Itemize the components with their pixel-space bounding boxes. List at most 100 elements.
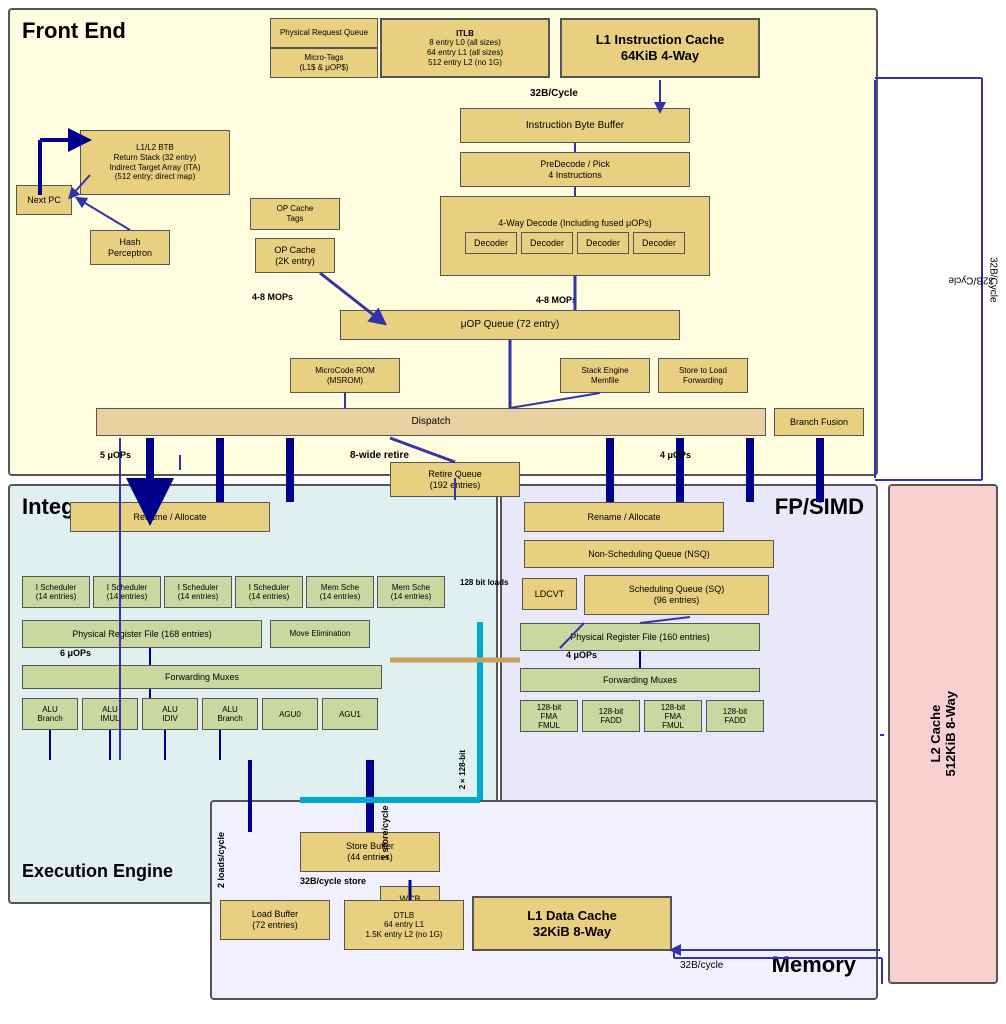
four-way-decode-box: 4-Way Decode (Including fused μOPs) Deco… <box>440 196 710 276</box>
dispatch-label: Dispatch <box>412 416 451 428</box>
move-elim-label: Move Elimination <box>290 629 351 639</box>
phys-reg-int-label: Physical Register File (168 entries) <box>72 629 212 640</box>
l1-icache-label: L1 Instruction Cache64KiB 4-Way <box>596 32 725 63</box>
isched4-box: I Scheduler(14 entries) <box>235 576 303 608</box>
branch-fusion-box: Branch Fusion <box>774 408 864 436</box>
decoder4-box: Decoder <box>633 232 685 254</box>
rename-alloc-fp-box: Rename / Allocate <box>524 502 724 532</box>
op-cache-tags-label: OP CacheTags <box>277 204 314 223</box>
32b-cycle-label: 32B/Cycle <box>530 88 578 99</box>
isched3-box: I Scheduler(14 entries) <box>164 576 232 608</box>
alu-branch2-box: ALUBranch <box>202 698 258 730</box>
1-store-cycle-label: 1 store/cycle <box>380 790 390 860</box>
store-to-load-fwd-label: Store to LoadForwarding <box>679 366 727 385</box>
l1-dcache-box: L1 Data Cache32KiB 8-Way <box>472 896 672 951</box>
alu-imul-box: ALUIMUL <box>82 698 138 730</box>
branch-fusion-label: Branch Fusion <box>790 417 848 428</box>
mem-sche1-box: Mem Sche(14 entries) <box>306 576 374 608</box>
predecode-pick-box: PreDecode / Pick4 Instructions <box>460 152 690 187</box>
main-container: Front End Integer Execution Engine FP/SI… <box>0 0 1006 1024</box>
next-pc-box: Next PC <box>16 185 72 215</box>
load-buffer-label: Load Buffer(72 entries) <box>252 909 298 931</box>
fwd-mux-int-box: Forwarding Muxes <box>22 665 382 689</box>
agu0-box: AGU0 <box>262 698 318 730</box>
fwd-mux-fp-box: Forwarding Muxes <box>520 668 760 692</box>
op-cache-tags-box: OP CacheTags <box>250 198 340 230</box>
phys-req-queue-label: Physical Request Queue <box>280 28 368 38</box>
fwd-mux-fp-label: Forwarding Muxes <box>603 675 677 686</box>
ldcvt-box: LDCVT <box>522 578 577 610</box>
5-uops-left-label: 5 μOPs <box>100 450 131 460</box>
hash-perceptron-box: HashPerceptron <box>90 230 170 265</box>
itlb-box: ITLB8 entry L0 (all sizes)64 entry L1 (a… <box>380 18 550 78</box>
micro-tags-label: Micro-Tags(L1$ & μOP$) <box>299 53 348 72</box>
l1l2-btb-label: L1/L2 BTBReturn Stack (32 entry)Indirect… <box>110 143 201 181</box>
sq-box: Scheduling Queue (SQ)(96 entries) <box>584 575 769 615</box>
uop-queue-label: μOP Queue (72 entry) <box>461 319 559 331</box>
4-8-mops-right-label: 4-8 MOPs <box>536 295 577 305</box>
hash-perceptron-label: HashPerceptron <box>108 237 152 259</box>
decoder1-box: Decoder <box>465 232 517 254</box>
stack-engine-box: Stack EngineMemfile <box>560 358 650 393</box>
fma1-box: 128-bitFMAFMUL <box>520 700 578 732</box>
instruction-byte-buffer-box: Instruction Byte Buffer <box>460 108 690 143</box>
scheduler-row: I Scheduler(14 entries) I Scheduler(14 e… <box>22 576 445 608</box>
front-end-label: Front End <box>22 18 126 44</box>
instruction-byte-buffer-label: Instruction Byte Buffer <box>526 120 624 132</box>
uop-queue-box: μOP Queue (72 entry) <box>340 310 680 340</box>
rename-alloc-int-label: Rename / Allocate <box>133 512 206 523</box>
l1l2-btb-box: L1/L2 BTBReturn Stack (32 entry)Indirect… <box>80 130 230 195</box>
4-uops-fp-label: 4 μOPs <box>566 650 597 660</box>
predecode-pick-label: PreDecode / Pick4 Instructions <box>540 159 610 181</box>
alu-row: ALUBranch ALUIMUL ALUIDIV ALUBranch AGU0… <box>22 698 378 730</box>
fma2-box: 128-bitFMAFMUL <box>644 700 702 732</box>
decoder2-box: Decoder <box>521 232 573 254</box>
isched1-box: I Scheduler(14 entries) <box>22 576 90 608</box>
rename-alloc-int-box: Rename / Allocate <box>70 502 270 532</box>
2x128-bit-label: 2×128-bit <box>458 750 467 789</box>
stack-engine-label: Stack EngineMemfile <box>581 366 628 385</box>
dispatch-box: Dispatch <box>96 408 766 436</box>
micro-tags-box: Micro-Tags(L1$ & μOP$) <box>270 48 378 78</box>
op-cache-label: OP Cache(2K entry) <box>274 245 315 267</box>
phys-reg-fp-label: Physical Register File (160 entries) <box>570 632 710 643</box>
phys-reg-int-box: Physical Register File (168 entries) <box>22 620 262 648</box>
l1-icache-box: L1 Instruction Cache64KiB 4-Way <box>560 18 760 78</box>
four-way-decode-label: 4-Way Decode (Including fused μOPs) <box>498 218 651 229</box>
nsq-label: Non-Scheduling Queue (NSQ) <box>588 549 710 560</box>
microcode-rom-box: MicroCode ROM(MSROM) <box>290 358 400 393</box>
fwd-mux-int-label: Forwarding Muxes <box>165 672 239 683</box>
mem-sche2-box: Mem Sche(14 entries) <box>377 576 445 608</box>
6-uops-label: 6 μOPs <box>60 648 91 658</box>
next-pc-label: Next PC <box>27 195 61 206</box>
fadd2-box: 128-bitFADD <box>706 700 764 732</box>
l2-cache-label: L2 Cache512KiB 8-Way <box>928 691 958 777</box>
4-8-mops-left-label: 4-8 MOPs <box>252 292 293 302</box>
sq-label: Scheduling Queue (SQ)(96 entries) <box>629 584 725 606</box>
rename-alloc-fp-label: Rename / Allocate <box>587 512 660 523</box>
retire-queue-label: Retire Queue(192 entries) <box>428 469 482 491</box>
exec-engine-label: Execution Engine <box>22 861 173 882</box>
retire-queue-box: Retire Queue(192 entries) <box>390 462 520 497</box>
agu1-box: AGU1 <box>322 698 378 730</box>
128-bit-loads-label: 128 bit loads <box>460 578 508 587</box>
fma-row: 128-bitFMAFMUL 128-bitFADD 128-bitFMAFMU… <box>520 700 764 732</box>
32b-cycle-store-label: 32B/cycle store <box>300 876 366 886</box>
isched2-box: I Scheduler(14 entries) <box>93 576 161 608</box>
itlb-label: ITLB8 entry L0 (all sizes)64 entry L1 (a… <box>427 29 503 67</box>
ldcvt-label: LDCVT <box>535 589 565 600</box>
decoder3-box: Decoder <box>577 232 629 254</box>
2-loads-cycle-label: 2 loads/cycle <box>216 808 226 888</box>
fadd1-box: 128-bitFADD <box>582 700 640 732</box>
l2-cache-box: L2 Cache512KiB 8-Way <box>888 484 998 984</box>
phys-req-queue-box: Physical Request Queue <box>270 18 378 48</box>
phys-reg-fp-box: Physical Register File (160 entries) <box>520 623 760 651</box>
load-buffer-box: Load Buffer(72 entries) <box>220 900 330 940</box>
microcode-rom-label: MicroCode ROM(MSROM) <box>315 366 375 385</box>
nsq-box: Non-Scheduling Queue (NSQ) <box>524 540 774 568</box>
fp-simd-label: FP/SIMD <box>775 494 864 520</box>
alu-idiv-box: ALUIDIV <box>142 698 198 730</box>
store-to-load-fwd-box: Store to LoadForwarding <box>658 358 748 393</box>
memory-label: Memory <box>772 952 856 978</box>
32b-cycle-right-label: 32B/Cycle <box>984 80 1002 480</box>
